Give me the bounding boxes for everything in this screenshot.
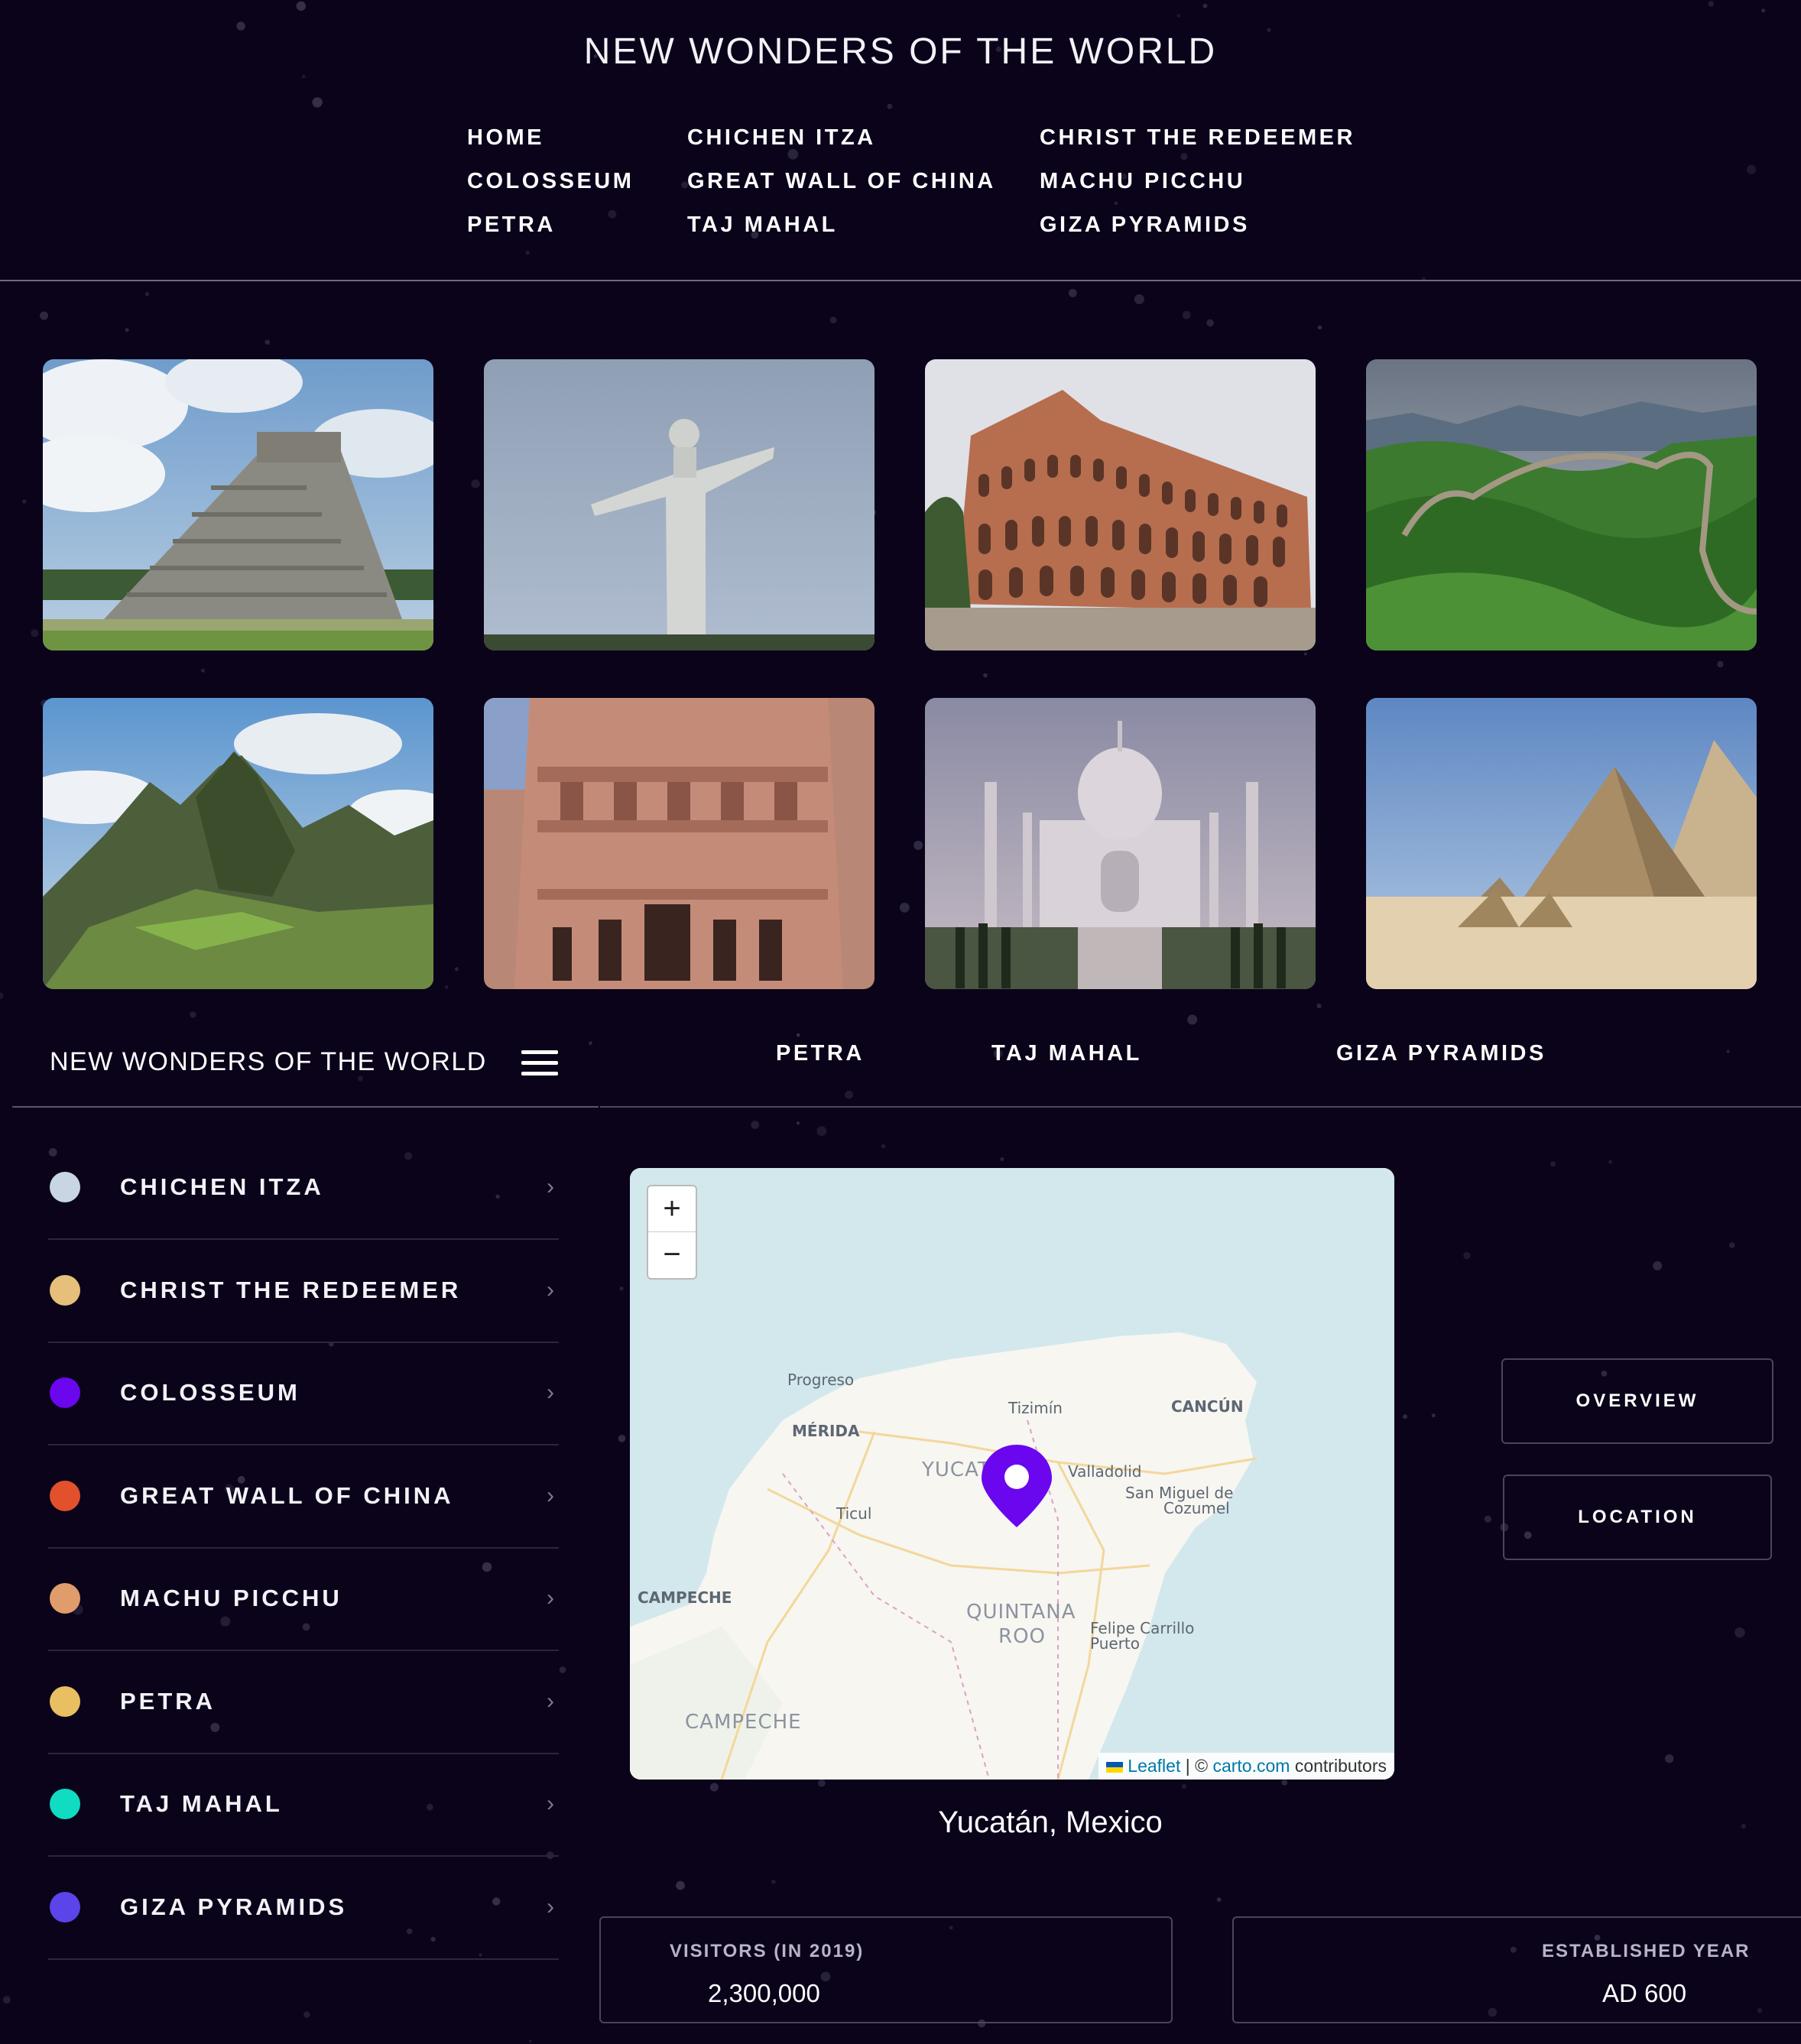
color-dot-icon — [50, 1789, 80, 1819]
sidebar-item[interactable]: CHRIST THE REDEEMER › — [48, 1239, 559, 1343]
chevron-right-icon: › — [547, 1482, 554, 1508]
chevron-right-icon: › — [547, 1791, 554, 1816]
sidebar-item-label: GREAT WALL OF CHINA — [120, 1481, 454, 1509]
color-dot-icon — [50, 1583, 80, 1614]
nav-colosseum[interactable]: COLOSSEUM — [467, 169, 634, 194]
established-stat-value: AD 600 — [1602, 1979, 1687, 2007]
navbar-divider-left — [12, 1106, 599, 1108]
chevron-right-icon: › — [547, 1174, 554, 1199]
hamburger-icon[interactable] — [520, 1047, 560, 1079]
navbar-link-petra[interactable]: PETRA — [776, 1041, 865, 1066]
nav-taj-mahal[interactable]: TAJ MAHAL — [687, 213, 838, 238]
color-dot-icon — [50, 1891, 80, 1922]
sidebar-item[interactable]: CHICHEN ITZA › — [48, 1136, 559, 1240]
color-dot-icon — [50, 1377, 80, 1408]
attribution-contributors: contributors — [1290, 1756, 1387, 1776]
colosseum-photo[interactable] — [925, 359, 1316, 651]
map-label-merida: MÉRIDA — [792, 1422, 860, 1440]
nav-christ-the-redeemer[interactable]: CHRIST THE REDEEMER — [1040, 125, 1355, 151]
sidebar-item[interactable]: TAJ MAHAL › — [48, 1753, 559, 1857]
carto-link[interactable]: carto.com — [1212, 1756, 1290, 1776]
map-label-progreso: Progreso — [787, 1371, 855, 1389]
chevron-right-icon: › — [547, 1380, 554, 1405]
navbar-link-giza-pyramids[interactable]: GIZA PYRAMIDS — [1336, 1041, 1546, 1066]
sidebar-item[interactable]: COLOSSEUM › — [48, 1342, 559, 1445]
map-marker-icon[interactable] — [980, 1443, 1053, 1529]
map-label-roo: ROO — [998, 1625, 1046, 1648]
sidebar-item[interactable]: MACHU PICCHU › — [48, 1547, 559, 1651]
map-label-cozumel: Cozumel — [1163, 1499, 1230, 1517]
visitors-stat-value: 2,300,000 — [708, 1979, 820, 2007]
site-title: NEW WONDERS OF THE WORLD — [583, 31, 1218, 72]
color-dot-icon — [50, 1480, 80, 1511]
christ-the-redeemer-photo[interactable] — [484, 359, 875, 651]
nav-petra[interactable]: PETRA — [467, 213, 556, 238]
map-label-ticul: Ticul — [836, 1504, 872, 1523]
great-wall-photo[interactable] — [1366, 359, 1757, 651]
giza-pyramids-photo[interactable] — [1366, 698, 1757, 989]
header-divider — [0, 280, 1801, 281]
visitors-stat-card: VISITORS (IN 2019) 2,300,000 — [599, 1916, 1173, 2023]
nav-great-wall[interactable]: GREAT WALL OF CHINA — [687, 169, 996, 194]
color-dot-icon — [50, 1685, 80, 1717]
zoom-out-button[interactable]: − — [648, 1232, 696, 1277]
map-label-campeche-state: CAMPECHE — [685, 1711, 802, 1734]
established-stat-card: ESTABLISHED YEAR AD 600 — [1232, 1916, 1801, 2023]
map-attribution: Leaflet | © carto.com contributors — [1098, 1753, 1394, 1780]
zoom-in-button[interactable]: + — [648, 1186, 696, 1232]
map-label-campeche-city: CAMPECHE — [638, 1588, 732, 1607]
petra-photo[interactable] — [484, 698, 875, 989]
sidebar-item[interactable]: GIZA PYRAMIDS › — [48, 1856, 559, 1960]
map-label-puerto: Puerto — [1090, 1634, 1140, 1653]
sidebar-item-label: COLOSSEUM — [120, 1379, 300, 1406]
established-stat-title: ESTABLISHED YEAR — [1542, 1941, 1751, 1961]
chevron-right-icon: › — [547, 1277, 554, 1303]
map-zoom-control: + − — [647, 1185, 697, 1280]
overview-button[interactable]: OVERVIEW — [1501, 1358, 1773, 1444]
map-label-valladolid: Valladolid — [1068, 1462, 1142, 1481]
sidebar-item-label: GIZA PYRAMIDS — [120, 1893, 348, 1920]
taj-mahal-photo[interactable] — [925, 698, 1316, 989]
sidebar-item-label: CHICHEN ITZA — [120, 1173, 324, 1200]
chevron-right-icon: › — [547, 1585, 554, 1611]
navbar-link-taj-mahal[interactable]: TAJ MAHAL — [991, 1041, 1142, 1066]
map-label-quintana: QUINTANA — [966, 1601, 1076, 1624]
nav-giza-pyramids[interactable]: GIZA PYRAMIDS — [1040, 213, 1250, 238]
visitors-stat-title: VISITORS (IN 2019) — [670, 1941, 865, 1961]
chichen-itza-photo[interactable] — [43, 359, 433, 651]
ukraine-flag-icon — [1106, 1761, 1124, 1773]
nav-machu-picchu[interactable]: MACHU PICCHU — [1040, 169, 1245, 194]
color-dot-icon — [50, 1274, 80, 1306]
sidebar-item-label: PETRA — [120, 1687, 216, 1715]
chevron-right-icon: › — [547, 1688, 554, 1714]
nav-home[interactable]: HOME — [467, 125, 544, 151]
sidebar-item[interactable]: PETRA › — [48, 1650, 559, 1754]
sidebar-item-label: CHRIST THE REDEEMER — [120, 1276, 462, 1303]
leaflet-link[interactable]: Leaflet — [1128, 1756, 1180, 1776]
attribution-separator: | © — [1180, 1756, 1213, 1776]
chevron-right-icon: › — [547, 1893, 554, 1919]
color-dot-icon — [50, 1172, 80, 1202]
machu-picchu-photo[interactable] — [43, 698, 433, 989]
nav-chichen-itza[interactable]: CHICHEN ITZA — [687, 125, 876, 151]
sidebar-item[interactable]: GREAT WALL OF CHINA › — [48, 1445, 559, 1549]
map-label-tizimin: Tizimín — [1008, 1399, 1063, 1417]
location-caption: Yucatán, Mexico — [938, 1806, 1163, 1839]
navbar-divider-right — [600, 1106, 1801, 1108]
sidebar-item-label: MACHU PICCHU — [120, 1585, 342, 1611]
navbar-brand[interactable]: NEW WONDERS OF THE WORLD — [50, 1047, 487, 1077]
map-label-cancun: CANCÚN — [1171, 1397, 1244, 1416]
top-navigation: HOME CHICHEN ITZA CHRIST THE REDEEMER CO… — [0, 122, 1801, 252]
sidebar-item-label: TAJ MAHAL — [120, 1790, 283, 1817]
location-map[interactable]: Progreso MÉRIDA Tizimín CANCÚN YUCATAN V… — [630, 1168, 1394, 1780]
location-button[interactable]: LOCATION — [1503, 1475, 1772, 1560]
